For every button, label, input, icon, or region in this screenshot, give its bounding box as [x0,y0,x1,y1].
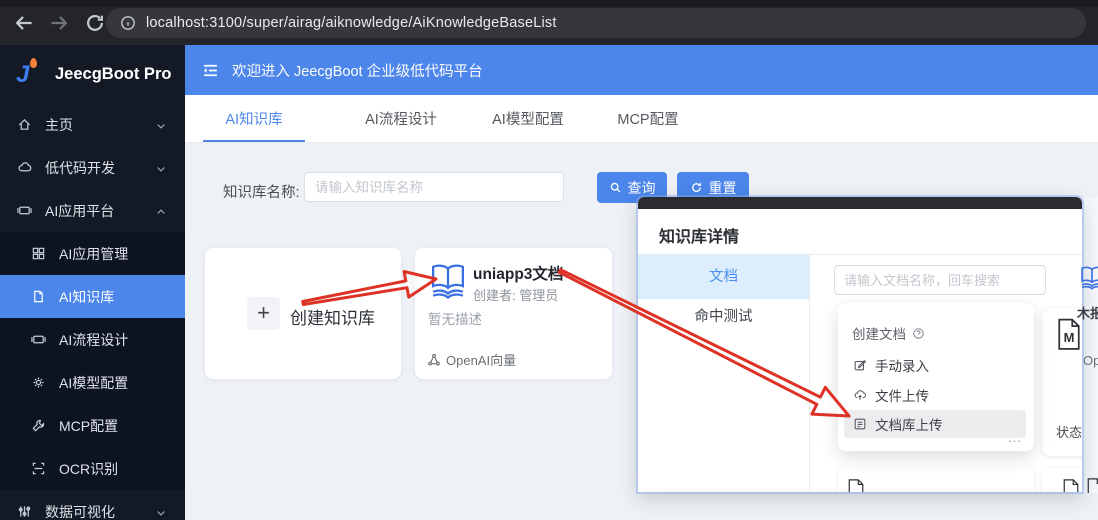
document-icon [31,289,46,304]
sidebar-submenu: AI应用管理 AI知识库 AI流程设计 AI模型配置 MCP配置 OCR识别 [0,232,185,490]
kb-detail-modal: 知识库详情 文档 命中测试 M 状态 创建文档 [638,197,1082,492]
create-kb-card[interactable]: + 创建知识库 [205,248,401,379]
kb-card-uniapp3[interactable]: uniapp3文档 创建者: 管理员 暂无描述 OpenAI向量 [415,248,612,379]
browser-chrome: localhost:3100/super/airag/aiknowledge/A… [0,0,1098,45]
home-icon [17,117,32,132]
sidebar-item-ai-flow[interactable]: AI流程设计 [0,318,185,361]
scan-icon [31,461,46,476]
kb-card-creator: 创建者: 管理员 [473,288,559,303]
dropdown-item-file-upload[interactable]: 文件上传 [844,381,1026,409]
sidebar-item-ai-model[interactable]: AI模型配置 [0,361,185,404]
app-logo-text: JeecgBoot Pro [55,64,172,83]
create-doc-dropdown: 创建文档 手动录入 文件上传 文档库上传 ... [838,303,1034,451]
modal-nav-hit-test[interactable]: 命中测试 [638,299,809,335]
partial-file-icon [1062,478,1080,492]
cloud-upload-icon [854,390,866,400]
tab-mcp[interactable]: MCP配置 [597,95,699,142]
kb-card-title: uniapp3文档 [473,266,564,283]
site-info-icon[interactable] [120,15,136,31]
kb-name-input[interactable] [304,172,564,202]
sidebar: J JeecgBoot Pro 主页 低代码开发 AI应用平台 AI应用管理 A… [0,45,185,520]
cloud-icon [17,160,32,175]
kb-card-embedding: OpenAI向量 [427,350,516,369]
ai-platform-icon [17,203,32,218]
page-tabs: AI知识库 AI流程设计 AI模型配置 MCP配置 [185,95,1098,143]
sliders-icon [17,504,32,519]
chevron-down-icon [155,119,167,131]
search-icon [610,182,620,193]
open-book-icon [427,260,469,300]
dropdown-header: 创建文档 [852,323,925,343]
sidebar-menu: 主页 低代码开发 AI应用平台 AI应用管理 AI知识库 AI流程设计 AI模型… [0,103,185,520]
modal-nav: 文档 命中测试 [638,255,810,492]
edit-icon [854,359,867,371]
question-circle-icon [913,327,924,339]
chevron-down-icon [155,162,167,174]
sidebar-item-mcp[interactable]: MCP配置 [0,404,185,447]
doc-library-icon [854,418,866,430]
svg-text:M: M [1064,330,1075,345]
dropdown-item-doc-library-upload[interactable]: 文档库上传 [844,410,1026,438]
screen: localhost:3100/super/airag/aiknowledge/A… [0,0,1098,520]
doc-search-input[interactable] [834,265,1046,295]
tab-ai-model[interactable]: AI模型配置 [469,95,587,142]
sidebar-item-data-visual[interactable]: 数据可视化 [0,490,185,520]
browser-refresh-icon[interactable] [84,12,106,34]
welcome-text: 欢迎进入 JeecgBoot 企业级低代码平台 [232,63,483,80]
page-behind-modal [1082,197,1098,493]
sidebar-item-lowcode[interactable]: 低代码开发 [0,146,185,189]
grid-icon [31,246,46,261]
app-logo: J JeecgBoot Pro [0,45,185,103]
browser-back-icon[interactable] [13,12,35,34]
partial-kb-name: 木报 [1077,306,1098,321]
partial-embedding-text: Ope [1083,353,1098,368]
tab-ai-flow[interactable]: AI流程设计 [341,95,461,142]
browser-address-bar[interactable]: localhost:3100/super/airag/aiknowledge/A… [106,8,1086,38]
flow-icon [31,332,46,347]
refresh-icon [691,183,701,192]
sidebar-item-ocr[interactable]: OCR识别 [0,447,185,490]
document-card[interactable]: M 状态 [1042,308,1082,456]
chevron-up-icon [155,205,167,217]
gear-icon [31,375,46,390]
modal-nav-docs[interactable]: 文档 [638,255,809,299]
kb-card-description: 暂无描述 [428,312,482,327]
vector-icon [428,353,440,366]
plus-icon: + [247,297,280,330]
dropdown-item-manual-entry[interactable]: 手动录入 [844,351,1026,379]
sidebar-item-ai-platform[interactable]: AI应用平台 [0,189,185,232]
page-header: 欢迎进入 JeecgBoot 企业级低代码平台 [185,45,1098,95]
modal-window-strip [638,197,1082,209]
card-actions-ellipsis: ... [1008,430,1022,445]
jeecg-logo-icon: J [14,58,44,89]
tab-ai-knowledge[interactable]: AI知识库 [195,95,313,142]
doc-status-label: 状态 [1056,425,1082,440]
browser-top-strip [0,0,1098,7]
document-card-partial [838,468,1034,492]
kb-name-label: 知识库名称: [223,185,300,201]
partial-open-book-icon [1078,262,1098,296]
url-text[interactable]: localhost:3100/super/airag/aiknowledge/A… [146,15,557,31]
modal-title: 知识库详情 [659,229,740,246]
sidebar-item-ai-app-manage[interactable]: AI应用管理 [0,232,185,275]
sidebar-item-ai-knowledge[interactable]: AI知识库 [0,275,185,318]
partial-file-icon [1086,477,1098,493]
wrench-icon [31,418,46,433]
create-kb-label: 创建知识库 [290,309,375,328]
partial-file-icon [847,478,865,492]
chevron-down-icon [155,506,167,518]
sidebar-item-home[interactable]: 主页 [0,103,185,146]
browser-forward-icon[interactable] [48,12,70,34]
menu-fold-icon[interactable] [202,62,219,79]
markdown-file-icon: M [1056,318,1082,350]
